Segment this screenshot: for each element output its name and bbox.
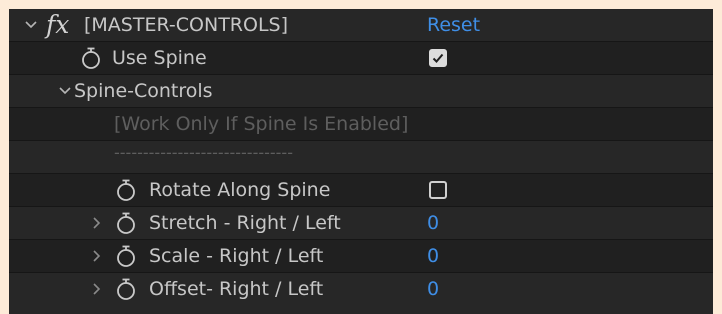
scale-row: Scale - Right / Left 0 <box>9 240 713 273</box>
stretch-label: Stretch - Right / Left <box>149 212 341 234</box>
offset-value[interactable]: 0 <box>427 279 439 299</box>
stretch-row: Stretch - Right / Left 0 <box>9 207 713 240</box>
spine-controls-label: Spine-Controls <box>74 80 213 102</box>
effect-header-row: fx [MASTER-CONTROLS] Reset <box>9 9 713 42</box>
use-spine-checkbox[interactable] <box>429 49 447 67</box>
chevron-right-icon[interactable] <box>90 249 104 263</box>
use-spine-row: Use Spine <box>9 42 713 75</box>
spine-note-text: [Work Only If Spine Is Enabled] <box>114 113 409 135</box>
stopwatch-icon[interactable] <box>115 211 137 235</box>
rotate-along-spine-checkbox[interactable] <box>429 181 447 199</box>
chevron-right-icon[interactable] <box>90 216 104 230</box>
stopwatch-icon[interactable] <box>115 178 137 202</box>
spine-controls-group-row: Spine-Controls <box>9 75 713 108</box>
effect-controls-panel: fx [MASTER-CONTROLS] Reset Use Spine Spi… <box>9 9 713 314</box>
rotate-along-spine-label: Rotate Along Spine <box>149 179 331 201</box>
scale-value[interactable]: 0 <box>427 246 439 266</box>
stopwatch-icon[interactable] <box>115 277 137 301</box>
chevron-down-icon[interactable] <box>24 18 38 32</box>
reset-link[interactable]: Reset <box>427 15 480 35</box>
checkmark-icon <box>432 53 444 63</box>
chevron-right-icon[interactable] <box>90 282 104 296</box>
scale-label: Scale - Right / Left <box>149 245 324 267</box>
separator-text: ------------------------------- <box>114 143 293 162</box>
chevron-down-icon[interactable] <box>58 84 72 98</box>
separator-row: ------------------------------- <box>9 141 713 174</box>
stretch-value[interactable]: 0 <box>427 213 439 233</box>
stopwatch-icon[interactable] <box>115 244 137 268</box>
offset-row: Offset- Right / Left 0 <box>9 273 713 314</box>
fx-icon[interactable]: fx <box>46 10 69 39</box>
rotate-along-spine-row: Rotate Along Spine <box>9 174 713 207</box>
offset-label: Offset- Right / Left <box>149 278 324 300</box>
stopwatch-icon[interactable] <box>80 46 102 70</box>
use-spine-label: Use Spine <box>112 47 207 69</box>
note-row: [Work Only If Spine Is Enabled] <box>9 108 713 141</box>
effect-name: [MASTER-CONTROLS] <box>84 14 289 36</box>
